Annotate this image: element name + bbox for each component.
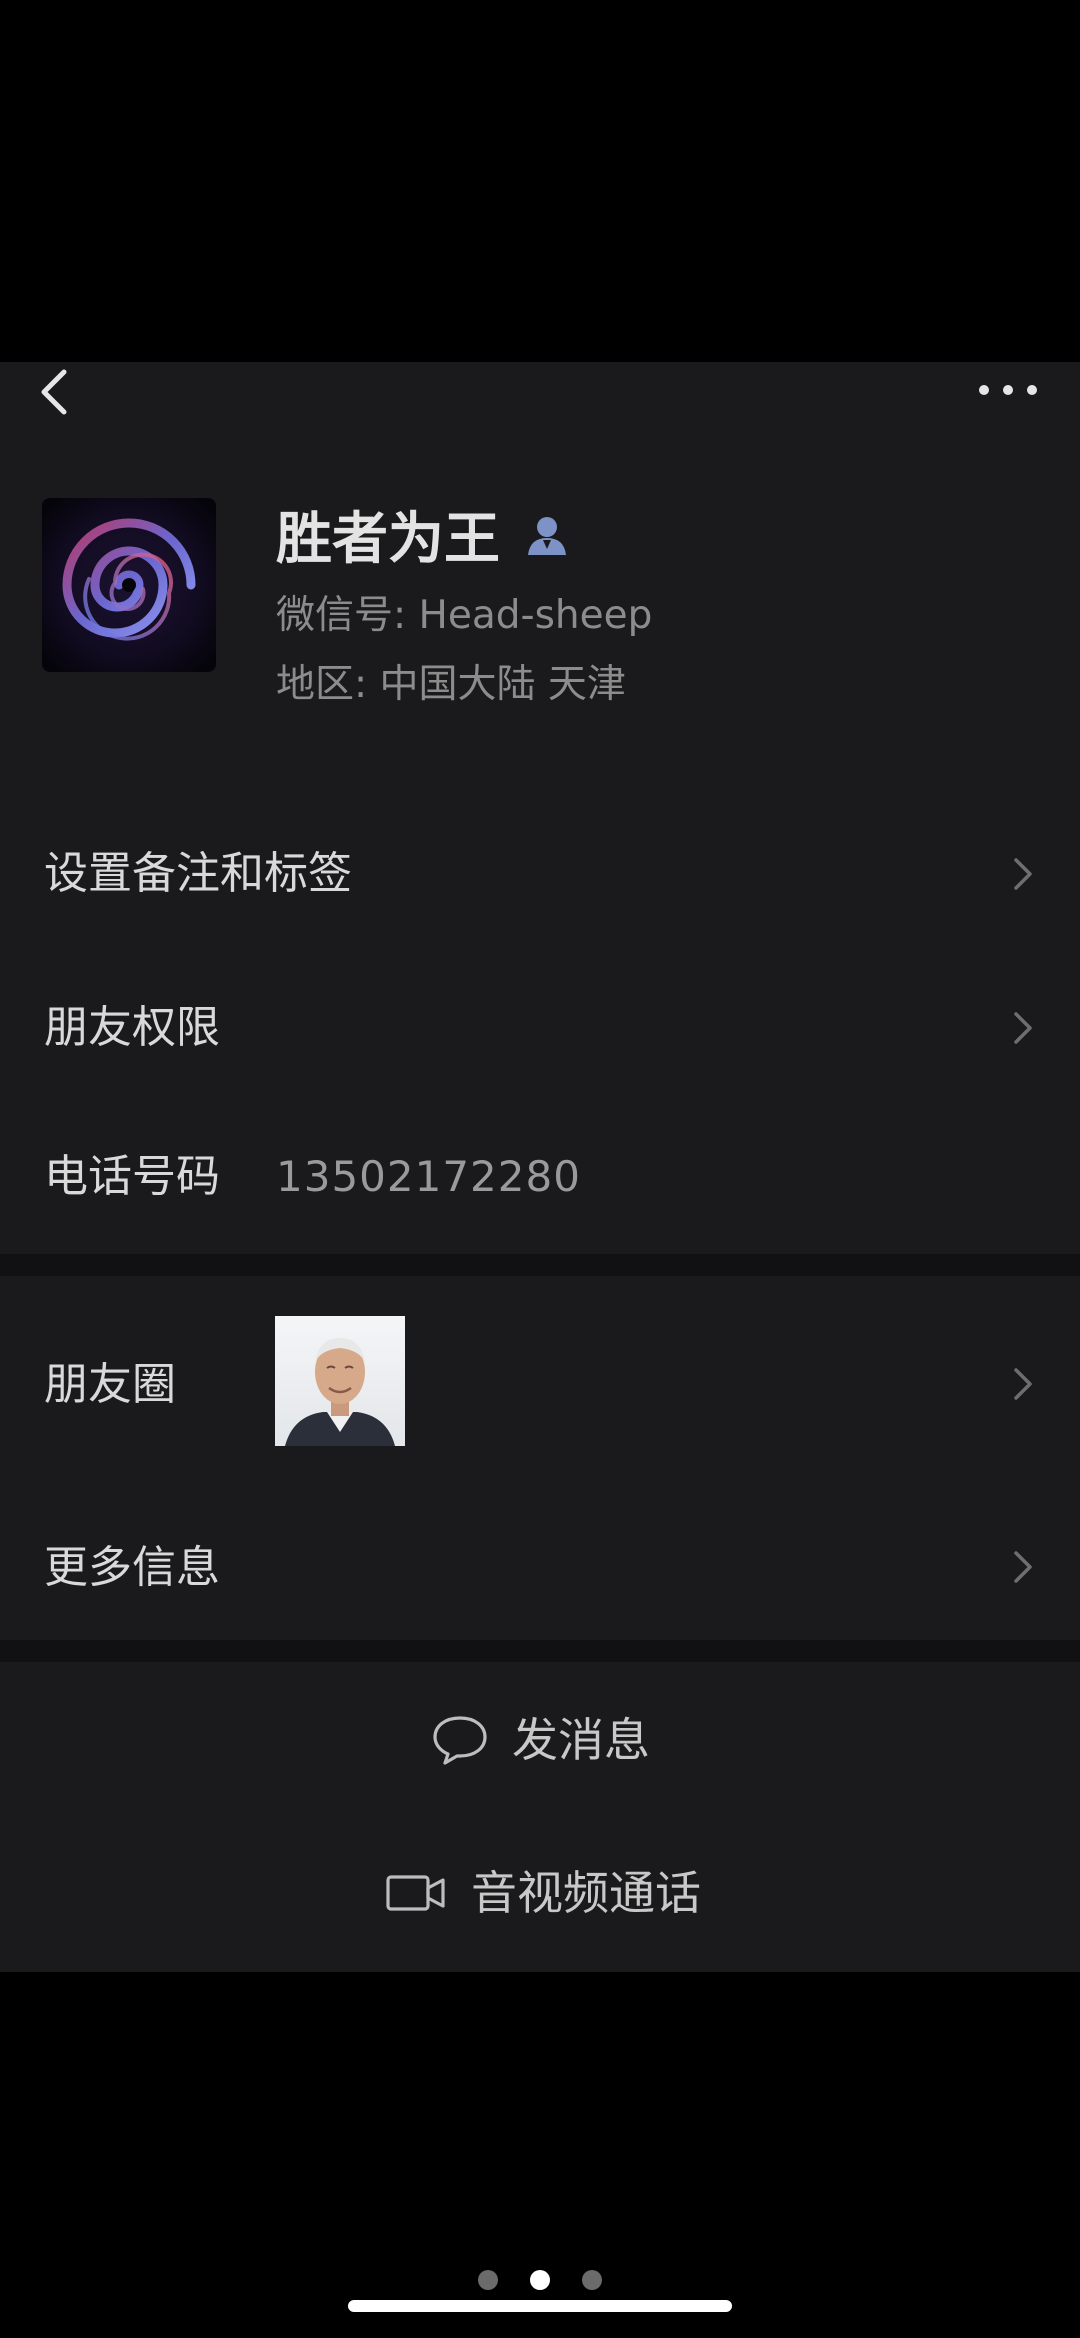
contact-profile-screen: 胜者为王 微信号: Head-sheep 地区: 中国大陆 天津 设置备注和标签… xyxy=(0,0,1080,2338)
page-dot xyxy=(478,2270,498,2290)
profile-region: 地区: 中国大陆 天津 xyxy=(276,662,626,707)
wechat-id: 微信号: Head-sheep xyxy=(276,593,653,638)
home-indicator[interactable] xyxy=(348,2300,732,2312)
audio-video-call-button[interactable]: 音视频通话 xyxy=(385,1858,701,1928)
row-phone-label: 电话号码 xyxy=(44,1151,220,1202)
page-dot xyxy=(582,2270,602,2290)
row-friend-permissions-label: 朋友权限 xyxy=(44,1002,220,1053)
chat-bubble-icon xyxy=(433,1716,487,1765)
row-more-info-label: 更多信息 xyxy=(44,1542,220,1593)
chevron-right-icon xyxy=(1014,858,1032,890)
phone-number-value[interactable]: 13502172280 xyxy=(276,1149,581,1205)
avatar[interactable] xyxy=(42,498,216,672)
row-remark-tags-label: 设置备注和标签 xyxy=(44,848,352,899)
chevron-right-icon xyxy=(1014,1012,1032,1044)
chevron-right-icon xyxy=(1014,1368,1032,1400)
profile-nickname: 胜者为王 xyxy=(276,507,500,572)
page-dot-active xyxy=(530,2270,550,2290)
contact-person-icon xyxy=(524,513,570,559)
video-camera-icon xyxy=(386,1875,445,1911)
back-button[interactable] xyxy=(28,362,88,422)
more-options-button[interactable] xyxy=(968,368,1048,412)
chevron-right-icon xyxy=(1014,1551,1032,1583)
section-divider xyxy=(0,1640,1080,1662)
moments-thumbnail xyxy=(275,1316,405,1446)
send-message-label: 发消息 xyxy=(512,1713,650,1767)
send-message-button[interactable]: 发消息 xyxy=(430,1705,650,1775)
audio-video-call-label: 音视频通话 xyxy=(471,1866,701,1920)
more-dots-icon xyxy=(979,385,1037,395)
section-divider xyxy=(0,1254,1080,1276)
row-moments-label: 朋友圈 xyxy=(44,1359,176,1410)
chevron-left-icon xyxy=(41,369,67,415)
